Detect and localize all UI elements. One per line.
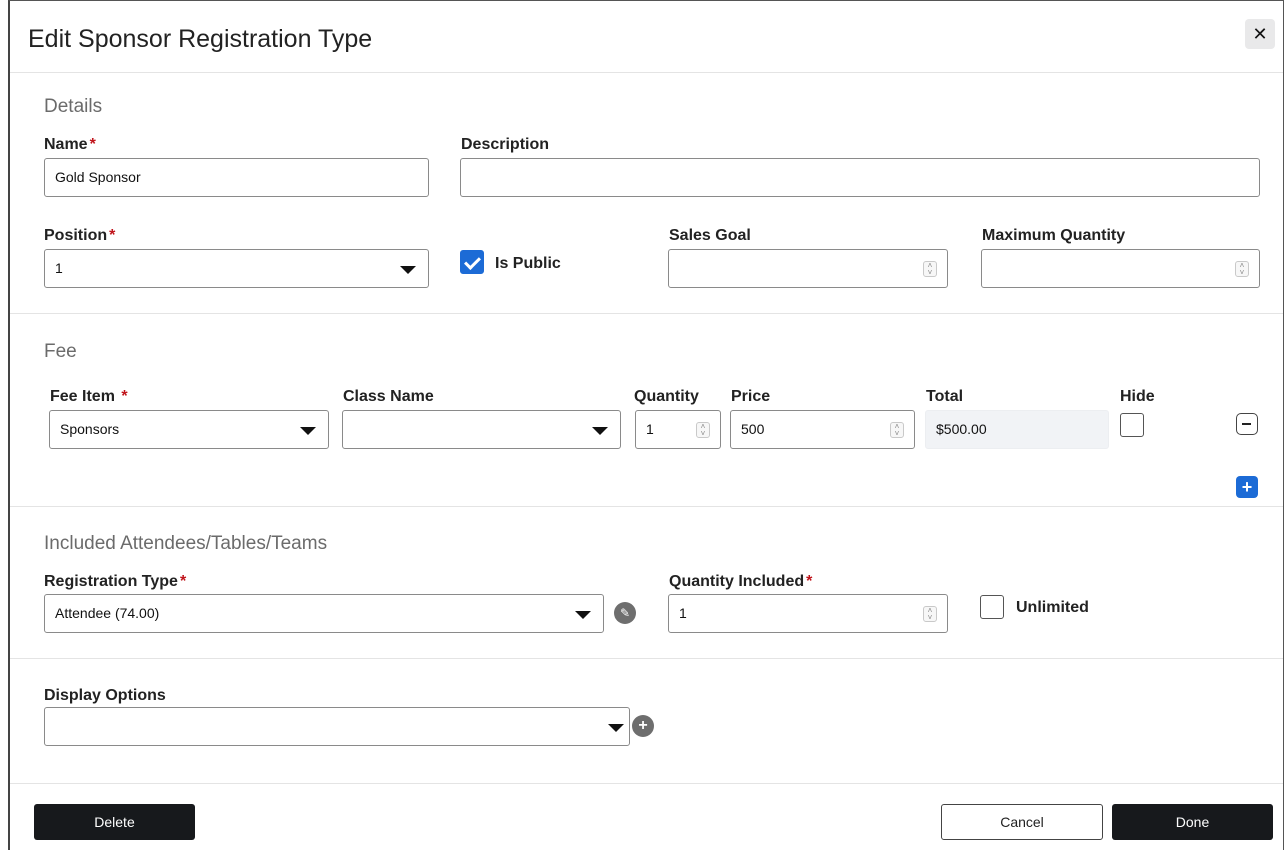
total-value: $500.00 — [925, 410, 1109, 449]
details-section-title: Details — [44, 96, 103, 117]
done-button[interactable]: Done — [1112, 804, 1273, 840]
total-label: Total — [926, 388, 964, 405]
name-input[interactable]: Gold Sponsor — [44, 158, 429, 197]
quantity-label: Quantity — [634, 388, 699, 405]
hide-label: Hide — [1120, 388, 1155, 405]
quantity-included-label-text: Quantity Included — [669, 573, 805, 590]
remove-fee-icon[interactable] — [1236, 413, 1258, 435]
price-value: 500 — [741, 421, 765, 437]
chevron-down-icon — [592, 427, 608, 435]
quantity-included-value: 1 — [679, 605, 687, 621]
cancel-button[interactable]: Cancel — [941, 804, 1103, 840]
quantity-value: 1 — [646, 421, 654, 437]
display-options-label: Display Options — [44, 687, 166, 704]
spinner-icon[interactable]: ˄ ˅ — [890, 422, 904, 438]
registration-type-select[interactable]: Attendee (74.00) — [44, 594, 604, 633]
required-marker: * — [179, 573, 187, 590]
section-divider — [10, 506, 1283, 507]
is-public-label: Is Public — [495, 255, 561, 272]
section-divider — [10, 658, 1283, 659]
fee-item-value: Sponsors — [60, 421, 120, 437]
sales-goal-label: Sales Goal — [669, 227, 751, 244]
position-select[interactable]: 1 — [44, 249, 429, 288]
description-label: Description — [461, 136, 550, 153]
dialog-title: Edit Sponsor Registration Type — [28, 25, 373, 53]
maximum-quantity-label: Maximum Quantity — [982, 227, 1126, 244]
class-name-select[interactable] — [342, 410, 621, 449]
price-input[interactable]: 500 ˄ ˅ — [730, 410, 915, 449]
fee-item-label: Fee Item * — [50, 388, 128, 406]
chevron-down-icon — [400, 266, 416, 274]
position-label: Position * — [44, 227, 115, 245]
position-select-value: 1 — [55, 260, 63, 276]
class-name-label: Class Name — [343, 388, 434, 405]
spinner-icon[interactable]: ˄ ˅ — [696, 422, 710, 438]
sales-goal-input[interactable]: ˄ ˅ — [668, 249, 948, 288]
spinner-icon[interactable]: ˄ ˅ — [1235, 261, 1249, 277]
name-label: Name * — [44, 136, 96, 154]
maximum-quantity-input[interactable]: ˄ ˅ — [981, 249, 1260, 288]
name-label-text: Name — [44, 136, 88, 153]
section-divider — [10, 313, 1283, 314]
chevron-down-icon — [300, 427, 316, 435]
quantity-included-label: Quantity Included * — [669, 573, 812, 591]
required-marker: * — [806, 573, 813, 590]
add-fee-icon[interactable]: + — [1236, 476, 1258, 498]
chevron-down-icon — [575, 611, 591, 619]
required-marker: * — [89, 136, 96, 153]
quantity-included-input[interactable]: 1 ˄ ˅ — [668, 594, 948, 633]
delete-button[interactable]: Delete — [34, 804, 195, 840]
unlimited-checkbox[interactable] — [980, 595, 1004, 619]
registration-type-label-text: Registration Type — [44, 573, 178, 590]
spinner-icon[interactable]: ˄ ˅ — [923, 261, 937, 277]
price-label: Price — [731, 388, 771, 405]
add-display-option-icon[interactable]: + — [632, 715, 654, 737]
fee-item-label-text: Fee Item — [50, 388, 115, 405]
quantity-input[interactable]: 1 ˄ ˅ — [635, 410, 721, 449]
dialog-header: Edit Sponsor Registration Type ✕ — [10, 1, 1283, 73]
is-public-checkbox[interactable] — [460, 250, 484, 274]
fee-section-title: Fee — [44, 341, 77, 362]
close-icon[interactable]: ✕ — [1245, 19, 1275, 49]
required-marker: * — [121, 388, 128, 405]
spinner-icon[interactable]: ˄ ˅ — [923, 606, 937, 622]
chevron-down-icon — [608, 724, 624, 732]
footer-divider — [10, 783, 1283, 784]
description-input[interactable] — [460, 158, 1260, 197]
display-options-select[interactable] — [44, 707, 630, 746]
registration-type-value: Attendee (74.00) — [55, 605, 160, 621]
hide-checkbox[interactable] — [1120, 413, 1144, 437]
edit-icon[interactable]: ✎ — [614, 602, 636, 624]
position-label-text: Position — [44, 227, 108, 244]
required-marker: * — [109, 227, 116, 244]
fee-item-select[interactable]: Sponsors — [49, 410, 329, 449]
registration-type-label: Registration Type * — [44, 573, 186, 591]
edit-sponsor-registration-dialog: Edit Sponsor Registration Type ✕ Details… — [8, 0, 1284, 850]
included-section-title: Included Attendees/Tables/Teams — [44, 533, 328, 554]
unlimited-label: Unlimited — [1016, 599, 1089, 616]
